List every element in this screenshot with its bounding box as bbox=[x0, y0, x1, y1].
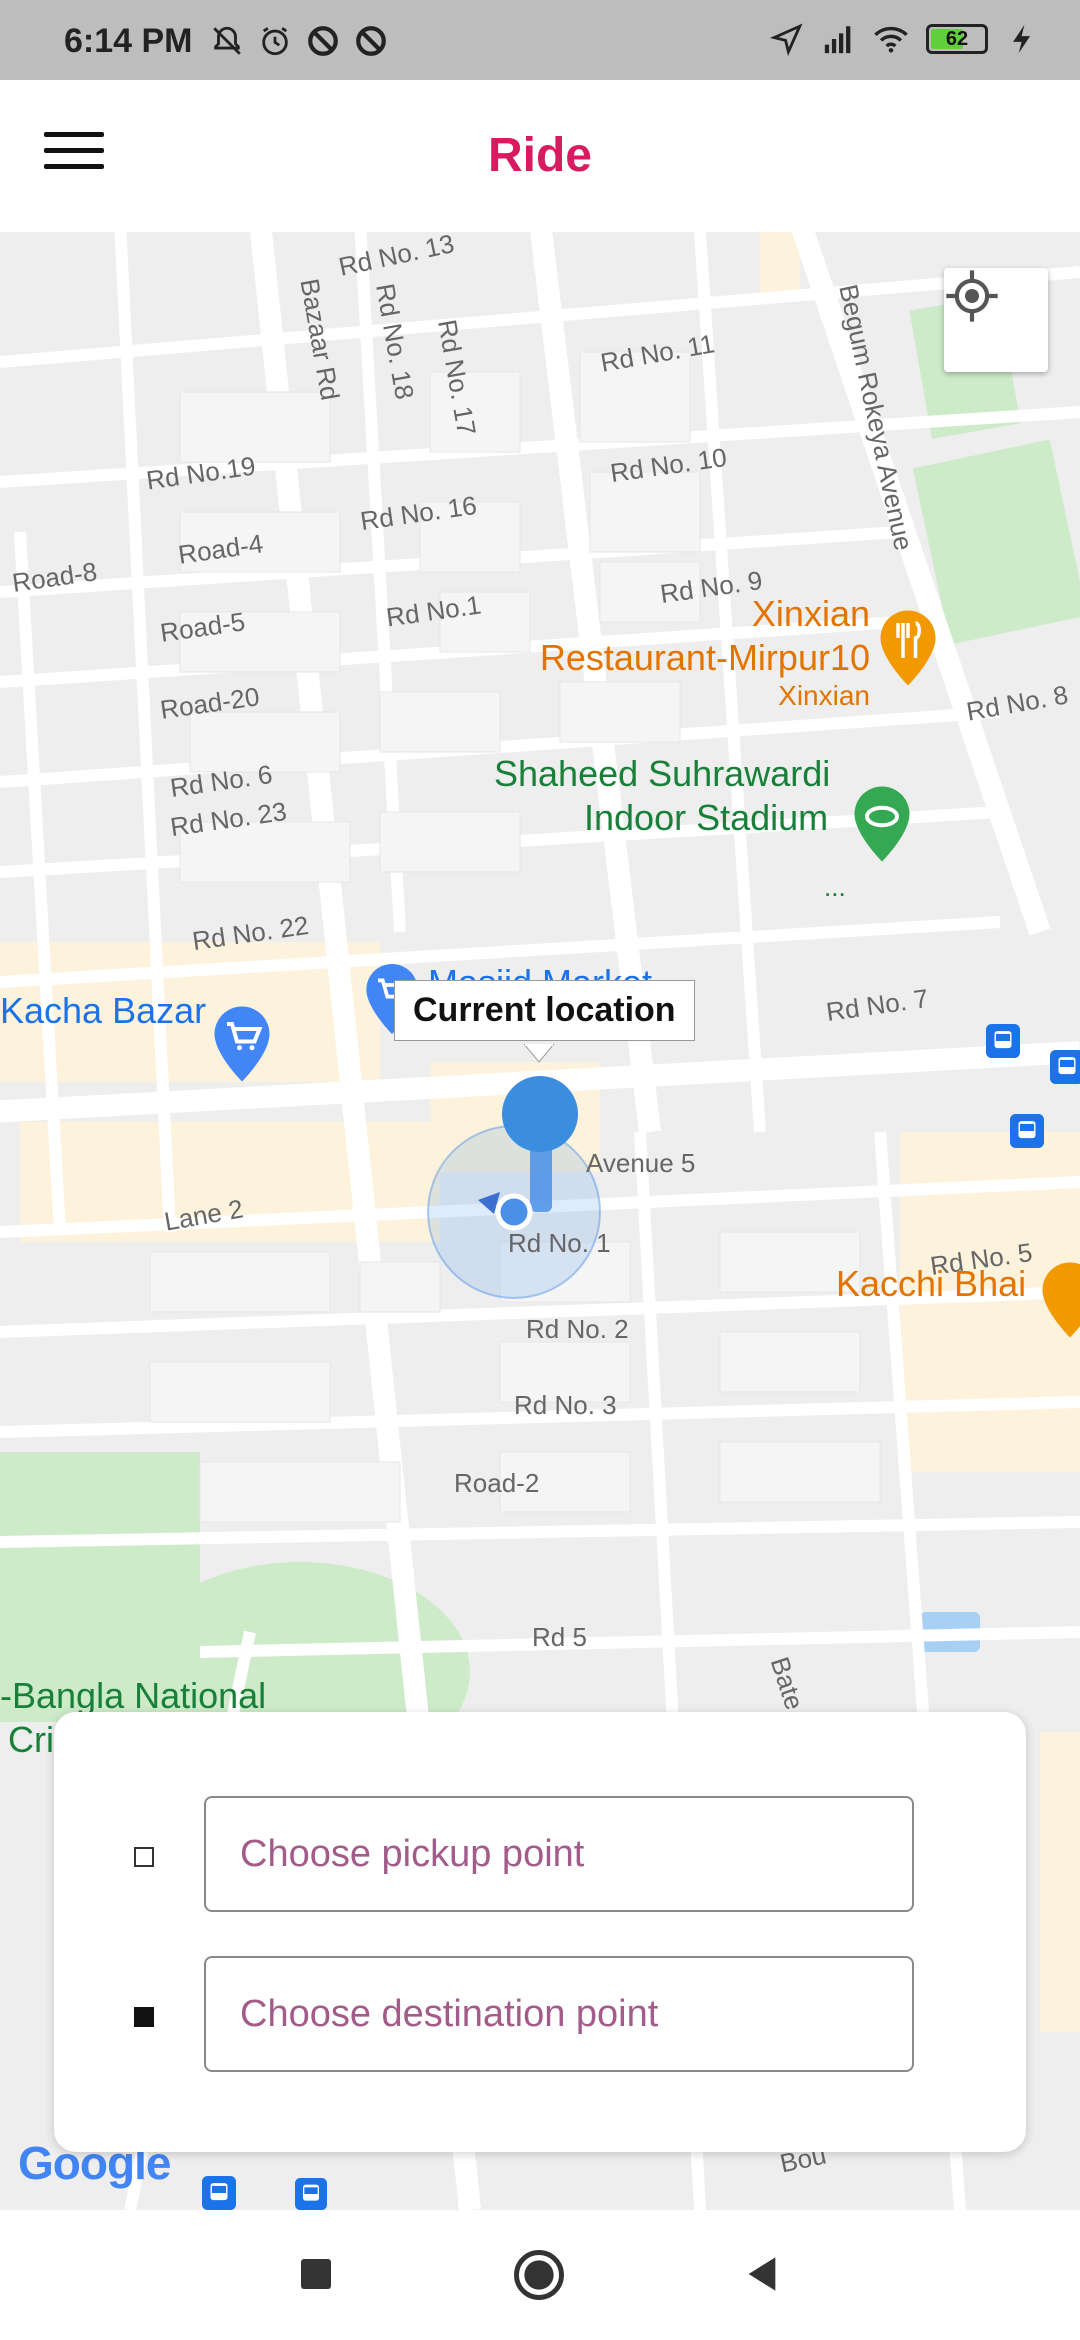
map-street-label: Rd No. 2 bbox=[526, 1314, 629, 1344]
muted-bell-icon bbox=[213, 26, 241, 55]
status-bar: 6:14 PM 62 bbox=[0, 0, 1080, 80]
my-location-button[interactable] bbox=[944, 268, 1048, 372]
alarm-icon bbox=[262, 27, 288, 56]
bus-stop-icon[interactable] bbox=[1010, 1114, 1044, 1148]
home-circle-icon[interactable] bbox=[512, 2248, 566, 2302]
page-title: Ride bbox=[487, 129, 592, 182]
callout-pointer bbox=[524, 1044, 554, 1063]
pickup-marker-icon bbox=[134, 1847, 154, 1867]
bus-stop-icon[interactable] bbox=[986, 1024, 1020, 1058]
poi-restaurant-label[interactable]: Xinxian Restaurant-Mirpur10 Xinxian bbox=[520, 592, 870, 712]
shopping-cart-pin-icon[interactable] bbox=[212, 1006, 272, 1082]
restaurant-pin-icon[interactable] bbox=[878, 610, 938, 686]
map-street-label: Road-2 bbox=[454, 1468, 540, 1498]
charging-icon bbox=[1013, 24, 1031, 54]
blocked-icon bbox=[356, 26, 386, 56]
restaurant-pin-icon[interactable] bbox=[1040, 1262, 1080, 1338]
pickup-input[interactable] bbox=[206, 1798, 912, 1910]
status-notification-icons bbox=[210, 24, 388, 58]
poi-restaurant-2-label[interactable]: Kacchi Bhai bbox=[836, 1262, 1026, 1306]
battery-percent: 62 bbox=[945, 28, 969, 50]
poi-stadium-label[interactable]: Shaheed Suhrawardi Indoor Stadium bbox=[494, 752, 830, 840]
battery-icon: 62 bbox=[926, 24, 988, 54]
route-input-card bbox=[54, 1712, 1026, 2152]
poi-market-label[interactable]: Kacha Bazar bbox=[0, 990, 206, 1032]
map-street-label: Rd 5 bbox=[532, 1622, 587, 1652]
pickup-field[interactable] bbox=[204, 1796, 914, 1912]
recents-square-icon[interactable] bbox=[298, 2256, 334, 2292]
bus-stop-icon[interactable] bbox=[294, 2178, 328, 2210]
app-bar: Ride bbox=[0, 80, 1080, 232]
status-system-icons: 62 bbox=[770, 22, 1040, 56]
map-street-label: Rd No. 3 bbox=[514, 1390, 617, 1420]
destination-marker-icon bbox=[134, 2007, 154, 2027]
map-street-label: Avenue 5 bbox=[586, 1148, 696, 1178]
map-street-label: Rd No. 1 bbox=[508, 1228, 611, 1258]
blocked-icon bbox=[308, 26, 338, 56]
status-time: 6:14 PM bbox=[64, 22, 193, 60]
signal-icon bbox=[824, 26, 851, 54]
system-nav-bar bbox=[0, 2210, 1080, 2340]
stadium-pin-icon[interactable] bbox=[852, 786, 912, 862]
back-triangle-icon[interactable] bbox=[742, 2254, 782, 2294]
bus-stop-icon[interactable] bbox=[202, 2176, 236, 2210]
poi-stadium-sublabel: ... bbox=[824, 872, 846, 902]
destination-field[interactable] bbox=[204, 1956, 914, 2072]
wifi-icon bbox=[874, 26, 908, 53]
crosshair-icon bbox=[946, 270, 998, 322]
bus-stop-icon[interactable] bbox=[1050, 1050, 1080, 1084]
location-arrow-icon bbox=[770, 23, 803, 56]
current-location-callout: Current location bbox=[394, 980, 695, 1041]
destination-input[interactable] bbox=[206, 1958, 912, 2070]
